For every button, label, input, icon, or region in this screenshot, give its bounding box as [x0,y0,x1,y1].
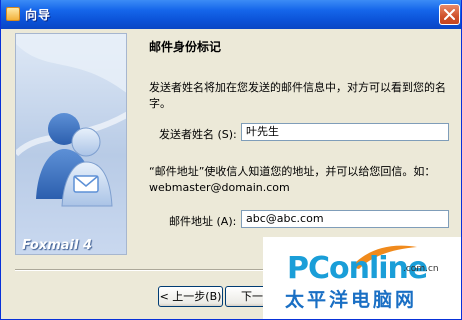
app-icon [6,7,20,21]
intro-text: 发送者姓名将加在您发送的邮件信息中，对方可以看到您的名字。 [149,81,446,110]
foxmail-people-icon [16,34,126,207]
watermark-chinese: 太平洋电脑网 [285,289,418,311]
pconline-watermark: PConline .com.cn 太平洋电脑网 [263,237,461,319]
wizard-window: 向导 Foxmail 4 邮件身份标记 发送者姓名将加在您发送的邮件信息中，对方… [0,0,462,320]
close-icon [444,9,455,20]
window-title: 向导 [25,8,52,22]
email-input[interactable]: abc@abc.com [241,210,449,228]
watermark-domain: .com.cn [403,264,439,274]
title-bar[interactable]: 向导 [1,0,461,29]
email-label: 邮件地址 (A): [169,215,237,228]
sender-name-input[interactable]: 叶先生 [241,123,449,141]
back-button[interactable]: < 上一步(B) [158,286,223,307]
brand-label: Foxmail 4 [22,238,92,253]
close-button[interactable] [439,4,460,25]
wizard-side-image: Foxmail 4 [15,33,127,255]
sender-name-label: 发送者姓名 (S): [159,128,237,141]
email-hint-text: “邮件地址”使收信人知道您的地址，并可以给您回信。如：webmaster@dom… [149,165,436,194]
page-heading: 邮件身份标记 [149,40,222,54]
